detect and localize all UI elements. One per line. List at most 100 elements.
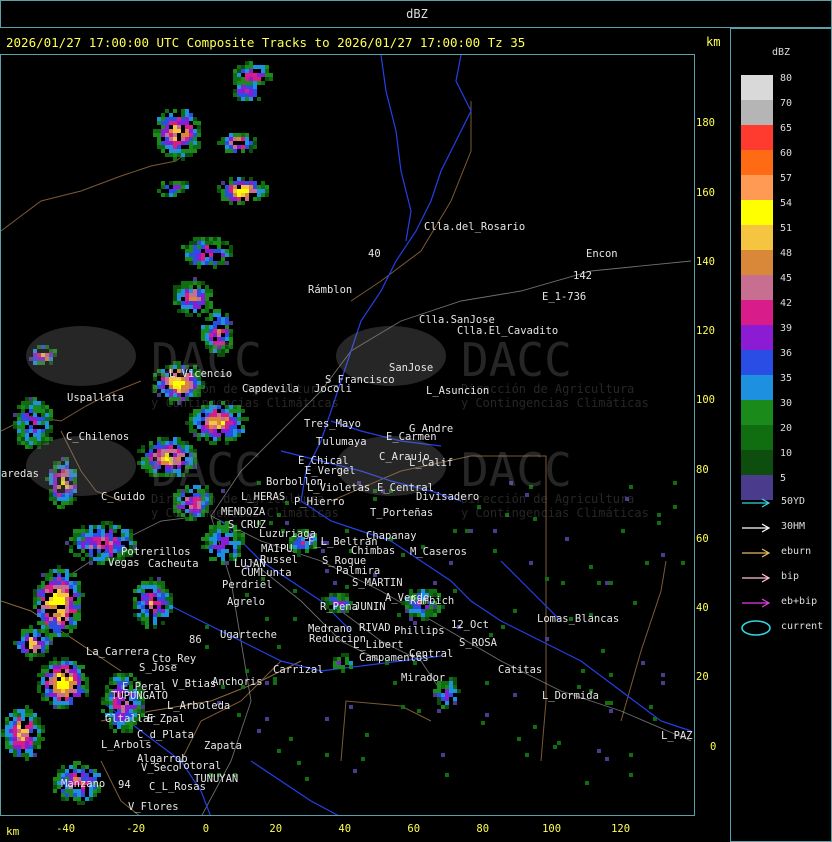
radar-echo-pixel bbox=[49, 597, 53, 601]
radar-echo-pixel bbox=[545, 577, 549, 581]
radar-echo-pixel bbox=[113, 537, 117, 541]
radar-echo-pixel bbox=[189, 137, 193, 141]
radar-echo-pixel bbox=[205, 285, 209, 289]
radar-echo-pixel bbox=[229, 189, 233, 193]
place-label: SanJose bbox=[389, 362, 433, 374]
radar-echo-pixel bbox=[173, 145, 177, 149]
radar-echo-pixel bbox=[85, 533, 89, 537]
radar-echo-pixel bbox=[201, 325, 205, 329]
radar-echo-pixel bbox=[157, 133, 161, 137]
radar-echo-pixel bbox=[185, 249, 189, 253]
radar-echo-pixel bbox=[169, 193, 173, 197]
radar-echo-pixel bbox=[229, 429, 233, 433]
radar-echo-pixel bbox=[265, 193, 269, 197]
radar-echo-pixel bbox=[557, 741, 561, 745]
radar-echo-pixel bbox=[25, 709, 29, 713]
radar-echo-pixel bbox=[217, 525, 221, 529]
dacc-line1: Dirección de Agricultura bbox=[461, 492, 634, 506]
radar-echo-pixel bbox=[61, 625, 65, 629]
radar-echo-pixel bbox=[101, 697, 105, 701]
radar-echo-pixel bbox=[113, 525, 117, 529]
radar-echo-pixel bbox=[145, 617, 149, 621]
radar-echo-pixel bbox=[49, 617, 53, 621]
radar-echo-pixel bbox=[221, 421, 225, 425]
radar-echo-pixel bbox=[409, 617, 413, 621]
radar-echo-pixel bbox=[225, 261, 229, 265]
radar-echo-pixel bbox=[97, 545, 101, 549]
radar-echo-pixel bbox=[9, 737, 13, 741]
radar-echo-pixel bbox=[69, 625, 73, 629]
radar-echo-pixel bbox=[445, 689, 449, 693]
radar-echo-pixel bbox=[65, 685, 69, 689]
radar-echo-pixel bbox=[65, 669, 69, 673]
radar-echo-pixel bbox=[265, 77, 269, 81]
radar-echo-pixel bbox=[269, 521, 273, 525]
radar-echo-pixel bbox=[45, 577, 49, 581]
radar-echo-pixel bbox=[145, 593, 149, 597]
radar-echo-pixel bbox=[265, 73, 269, 77]
radar-echo-pixel bbox=[209, 545, 213, 549]
radar-echo-pixel bbox=[185, 133, 189, 137]
radar-echo-pixel bbox=[229, 149, 233, 153]
radar-echo-pixel bbox=[45, 421, 49, 425]
radar-echo-pixel bbox=[77, 533, 81, 537]
place-label: Ugarteche bbox=[220, 629, 277, 641]
radar-map[interactable]: DACC Dirección de Agricultura y Contingenc… bbox=[0, 54, 695, 816]
radar-echo-pixel bbox=[5, 725, 9, 729]
radar-echo-pixel bbox=[29, 729, 33, 733]
radar-echo-pixel bbox=[41, 609, 45, 613]
radar-echo-pixel bbox=[229, 141, 233, 145]
radar-echo-pixel bbox=[69, 621, 73, 625]
radar-echo-pixel bbox=[69, 701, 73, 705]
radar-echo-pixel bbox=[221, 193, 225, 197]
radar-echo-pixel bbox=[17, 437, 21, 441]
radar-echo-pixel bbox=[237, 545, 241, 549]
radar-echo-pixel bbox=[201, 281, 205, 285]
place-label: Russel bbox=[260, 554, 298, 566]
radar-echo-pixel bbox=[41, 581, 45, 585]
radar-echo-pixel bbox=[241, 201, 245, 205]
radar-echo-pixel bbox=[453, 689, 457, 693]
legend-swatch-35 bbox=[741, 375, 773, 400]
radar-echo-pixel bbox=[49, 661, 53, 665]
radar-echo-pixel bbox=[41, 429, 45, 433]
radar-echo-pixel bbox=[185, 153, 189, 157]
radar-echo-pixel bbox=[37, 429, 41, 433]
radar-echo-pixel bbox=[253, 81, 257, 85]
radar-map-canvas[interactable]: DACCDirección de Agriculturay Contingenc… bbox=[1, 55, 695, 816]
place-label: M_Caseros bbox=[410, 546, 467, 558]
radar-echo-pixel bbox=[133, 541, 137, 545]
radar-echo-pixel bbox=[141, 609, 145, 613]
radar-echo-pixel bbox=[81, 593, 85, 597]
radar-echo-pixel bbox=[113, 541, 117, 545]
radar-echo-pixel bbox=[33, 629, 37, 633]
radar-echo-pixel bbox=[153, 129, 157, 133]
radar-echo-pixel bbox=[209, 533, 213, 537]
radar-echo-pixel bbox=[229, 253, 233, 257]
radar-echo-pixel bbox=[45, 617, 49, 621]
radar-echo-pixel bbox=[45, 629, 49, 633]
radar-echo-pixel bbox=[673, 481, 677, 485]
radar-echo-pixel bbox=[77, 685, 81, 689]
radar-echo-pixel bbox=[205, 297, 209, 301]
radar-echo-pixel bbox=[9, 749, 13, 753]
radar-echo-pixel bbox=[249, 69, 253, 73]
radar-echo-pixel bbox=[265, 617, 269, 621]
radar-echo-pixel bbox=[81, 689, 85, 693]
radar-echo-pixel bbox=[85, 553, 89, 557]
radar-echo-pixel bbox=[77, 541, 81, 545]
radar-echo-pixel bbox=[29, 629, 33, 633]
radar-echo-pixel bbox=[45, 429, 49, 433]
radar-echo-pixel bbox=[73, 613, 77, 617]
radar-echo-pixel bbox=[33, 649, 37, 653]
radar-echo-pixel bbox=[149, 597, 153, 601]
radar-echo-pixel bbox=[209, 413, 213, 417]
radar-echo-pixel bbox=[233, 81, 237, 85]
radar-echo-pixel bbox=[425, 609, 429, 613]
radar-echo-pixel bbox=[5, 737, 9, 741]
radar-echo-pixel bbox=[77, 761, 81, 765]
radar-echo-pixel bbox=[69, 669, 73, 673]
radar-echo-pixel bbox=[189, 117, 193, 121]
y-tick-label: 0 bbox=[710, 741, 717, 753]
radar-echo-pixel bbox=[301, 545, 305, 549]
